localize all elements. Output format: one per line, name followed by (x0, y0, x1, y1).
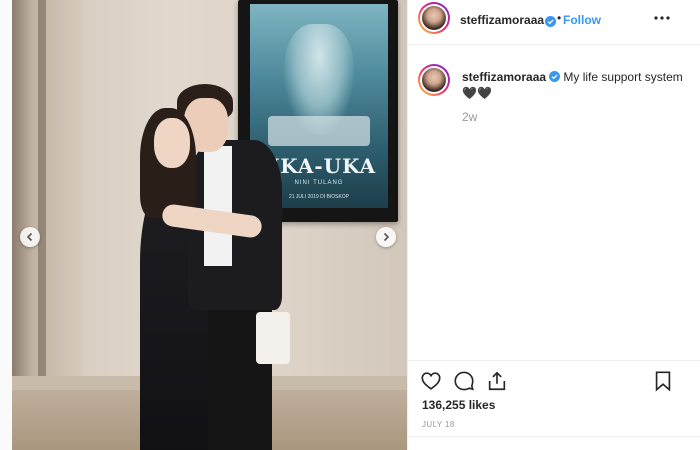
caption-avatar-ring (420, 66, 448, 94)
caption-avatar-image (422, 68, 446, 92)
post-photo[interactable]: UKA-UKA NINI TULANG 21 JULI 2019 DI BIOS… (12, 0, 407, 450)
like-button[interactable] (419, 369, 443, 393)
bookmark-icon (655, 371, 671, 392)
save-button[interactable] (651, 369, 675, 393)
caption-timestamp[interactable]: 2w (462, 110, 477, 124)
avatar-image (422, 6, 446, 30)
caption-username[interactable]: steffizamoraaa (462, 70, 546, 84)
chevron-left-icon (26, 232, 33, 242)
comment-button[interactable] (452, 369, 476, 393)
header-separator: • (557, 11, 562, 25)
share-icon (488, 371, 506, 391)
chevron-right-icon (383, 232, 390, 242)
heart-icon (421, 372, 441, 390)
poster-bed (268, 116, 370, 146)
avatar-ring (420, 4, 448, 32)
verified-badge (542, 13, 556, 31)
likes-count[interactable]: 136,255 likes (422, 398, 495, 412)
carousel-next-button[interactable] (376, 227, 396, 247)
caption-avatar[interactable] (418, 64, 450, 96)
verified-badge-icon (549, 71, 561, 82)
verified-badge-icon (545, 16, 556, 27)
person-boy-shirt (204, 146, 232, 266)
post-date[interactable]: JULY 18 (422, 420, 455, 429)
more-horizontal-icon (654, 16, 670, 20)
carousel-prev-button[interactable] (20, 227, 40, 247)
username-link[interactable]: steffizamoraaa (460, 13, 544, 27)
avatar[interactable] (418, 2, 450, 34)
post-actions (408, 360, 700, 400)
caption-text-block: steffizamoraaa My life support system🖤🖤 (462, 69, 692, 101)
post-details-panel: steffizamoraaa • Follow steffizamoraaa M… (407, 0, 700, 450)
share-button[interactable] (485, 369, 509, 393)
person-girl-face (154, 118, 190, 168)
follow-button[interactable]: Follow (563, 13, 601, 27)
comment-icon (454, 371, 474, 391)
more-options-button[interactable] (650, 8, 674, 28)
post-header: steffizamoraaa • Follow (408, 0, 700, 45)
paper-bag (256, 312, 290, 364)
divider (408, 436, 700, 437)
